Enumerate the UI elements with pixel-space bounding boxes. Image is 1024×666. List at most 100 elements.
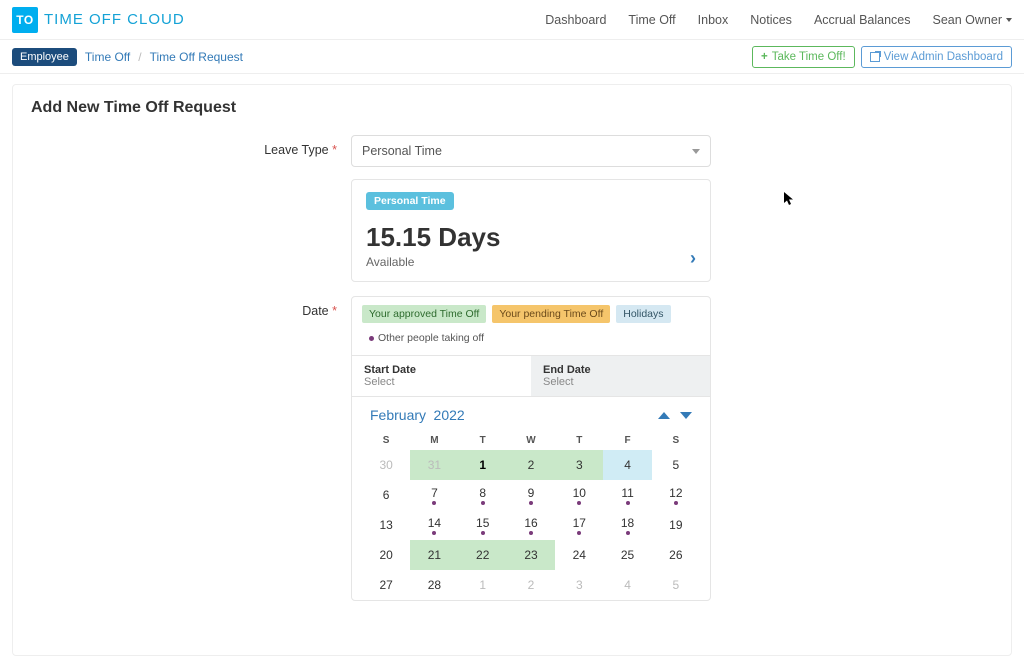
calendar-day[interactable]: 8 bbox=[459, 480, 507, 510]
calendar-day[interactable]: 25 bbox=[603, 540, 651, 570]
view-admin-button[interactable]: View Admin Dashboard bbox=[861, 46, 1012, 68]
legend-others: Other people taking off bbox=[362, 329, 491, 347]
balance-details-button[interactable]: › bbox=[690, 248, 696, 269]
balance-card: Personal Time 15.15 Days Available › bbox=[351, 179, 711, 282]
calendar-day[interactable]: 31 bbox=[410, 450, 458, 480]
calendar-day[interactable]: 23 bbox=[507, 540, 555, 570]
calendar-day[interactable]: 27 bbox=[362, 570, 410, 600]
calendar-day[interactable]: 3 bbox=[555, 450, 603, 480]
calendar-day[interactable]: 2 bbox=[507, 450, 555, 480]
start-date-label: Start Date bbox=[364, 364, 519, 376]
calendar-day[interactable]: 20 bbox=[362, 540, 410, 570]
breadcrumb-request[interactable]: Time Off Request bbox=[150, 50, 243, 64]
balance-sub: Available bbox=[366, 255, 500, 269]
nav-links: Dashboard Time Off Inbox Notices Accrual… bbox=[545, 13, 1012, 27]
calendar-day[interactable]: 30 bbox=[362, 450, 410, 480]
sub-actions: + Take Time Off! View Admin Dashboard bbox=[752, 46, 1012, 68]
other-people-dot-icon bbox=[432, 501, 436, 505]
calendar-day[interactable]: 15 bbox=[459, 510, 507, 540]
view-admin-label: View Admin Dashboard bbox=[884, 51, 1003, 63]
calendar-day[interactable]: 24 bbox=[555, 540, 603, 570]
other-people-dot-icon bbox=[529, 501, 533, 505]
calendar-prev-button[interactable] bbox=[658, 412, 670, 419]
calendar-day[interactable]: 6 bbox=[362, 480, 410, 510]
nav-user-menu[interactable]: Sean Owner bbox=[933, 13, 1012, 27]
calendar-month: February bbox=[370, 407, 426, 423]
legend: Your approved Time Off Your pending Time… bbox=[352, 297, 710, 355]
calendar-day[interactable]: 10 bbox=[555, 480, 603, 510]
calendar-day[interactable]: 2 bbox=[507, 570, 555, 600]
dow-header: S bbox=[652, 431, 700, 450]
brand-name: TIME OFF CLOUD bbox=[44, 11, 185, 28]
brand-logo: TO bbox=[12, 7, 38, 33]
main-card: Add New Time Off Request Leave Type * Pe… bbox=[12, 84, 1012, 656]
role-badge: Employee bbox=[12, 48, 77, 66]
calendar-header: February 2022 bbox=[352, 397, 710, 427]
brand[interactable]: TO TIME OFF CLOUD bbox=[12, 7, 185, 33]
start-date-tab[interactable]: Start Date Select bbox=[352, 356, 531, 396]
calendar-day[interactable]: 1 bbox=[459, 570, 507, 600]
calendar-day[interactable]: 14 bbox=[410, 510, 458, 540]
nav-notices[interactable]: Notices bbox=[750, 13, 792, 27]
top-nav: TO TIME OFF CLOUD Dashboard Time Off Inb… bbox=[0, 0, 1024, 40]
other-people-dot-icon bbox=[626, 531, 630, 535]
legend-holidays: Holidays bbox=[616, 305, 670, 323]
dow-header: T bbox=[459, 431, 507, 450]
calendar-day[interactable]: 16 bbox=[507, 510, 555, 540]
nav-accrual[interactable]: Accrual Balances bbox=[814, 13, 911, 27]
end-date-label: End Date bbox=[543, 364, 698, 376]
take-time-off-label: Take Time Off! bbox=[772, 51, 846, 63]
take-time-off-button[interactable]: + Take Time Off! bbox=[752, 46, 855, 68]
calendar-day[interactable]: 4 bbox=[603, 570, 651, 600]
row-leave-type: Leave Type * Personal Time Personal Time… bbox=[31, 135, 993, 282]
calendar-day[interactable]: 26 bbox=[652, 540, 700, 570]
dow-header: W bbox=[507, 431, 555, 450]
start-date-value: Select bbox=[364, 376, 519, 388]
legend-pending: Your pending Time Off bbox=[492, 305, 610, 323]
other-people-dot-icon bbox=[577, 531, 581, 535]
calendar-day[interactable]: 19 bbox=[652, 510, 700, 540]
calendar-day[interactable]: 11 bbox=[603, 480, 651, 510]
calendar-day[interactable]: 22 bbox=[459, 540, 507, 570]
chevron-down-icon bbox=[692, 149, 700, 154]
calendar-day[interactable]: 9 bbox=[507, 480, 555, 510]
balance-tag: Personal Time bbox=[366, 192, 454, 210]
calendar-nav bbox=[658, 412, 692, 419]
leave-type-label-text: Leave Type bbox=[264, 143, 328, 157]
calendar-day[interactable]: 28 bbox=[410, 570, 458, 600]
breadcrumb-timeoff[interactable]: Time Off bbox=[85, 50, 130, 64]
nav-timeoff[interactable]: Time Off bbox=[628, 13, 675, 27]
plus-icon: + bbox=[761, 51, 768, 63]
calendar-day[interactable]: 12 bbox=[652, 480, 700, 510]
calendar-day[interactable]: 7 bbox=[410, 480, 458, 510]
other-people-dot-icon bbox=[674, 501, 678, 505]
calendar-day[interactable]: 4 bbox=[603, 450, 651, 480]
calendar-day[interactable]: 18 bbox=[603, 510, 651, 540]
leave-type-select[interactable]: Personal Time bbox=[351, 135, 711, 167]
sub-bar: Employee Time Off / Time Off Request + T… bbox=[0, 40, 1024, 74]
calendar-title-wrap[interactable]: February 2022 bbox=[370, 407, 465, 423]
nav-inbox[interactable]: Inbox bbox=[698, 13, 729, 27]
balance-value: 15.15 Days bbox=[366, 222, 500, 253]
calendar-day[interactable]: 5 bbox=[652, 450, 700, 480]
calendar-day[interactable]: 17 bbox=[555, 510, 603, 540]
required-mark: * bbox=[332, 143, 337, 157]
breadcrumb-sep: / bbox=[138, 50, 141, 64]
calendar-day[interactable]: 1 bbox=[459, 450, 507, 480]
dow-header: S bbox=[362, 431, 410, 450]
nav-dashboard[interactable]: Dashboard bbox=[545, 13, 606, 27]
calendar-day[interactable]: 13 bbox=[362, 510, 410, 540]
calendar-day[interactable]: 3 bbox=[555, 570, 603, 600]
calendar-next-button[interactable] bbox=[680, 412, 692, 419]
calendar-grid: SMTWTFS303112345678910111213141516171819… bbox=[352, 427, 710, 600]
date-label-text: Date bbox=[302, 304, 328, 318]
leave-type-label: Leave Type * bbox=[31, 135, 351, 282]
dow-header: M bbox=[410, 431, 458, 450]
end-date-tab[interactable]: End Date Select bbox=[531, 356, 710, 396]
other-people-dot-icon bbox=[577, 501, 581, 505]
other-people-dot-icon bbox=[481, 501, 485, 505]
calendar-day[interactable]: 21 bbox=[410, 540, 458, 570]
calendar-day[interactable]: 5 bbox=[652, 570, 700, 600]
external-link-icon bbox=[870, 52, 880, 62]
end-date-value: Select bbox=[543, 376, 698, 388]
